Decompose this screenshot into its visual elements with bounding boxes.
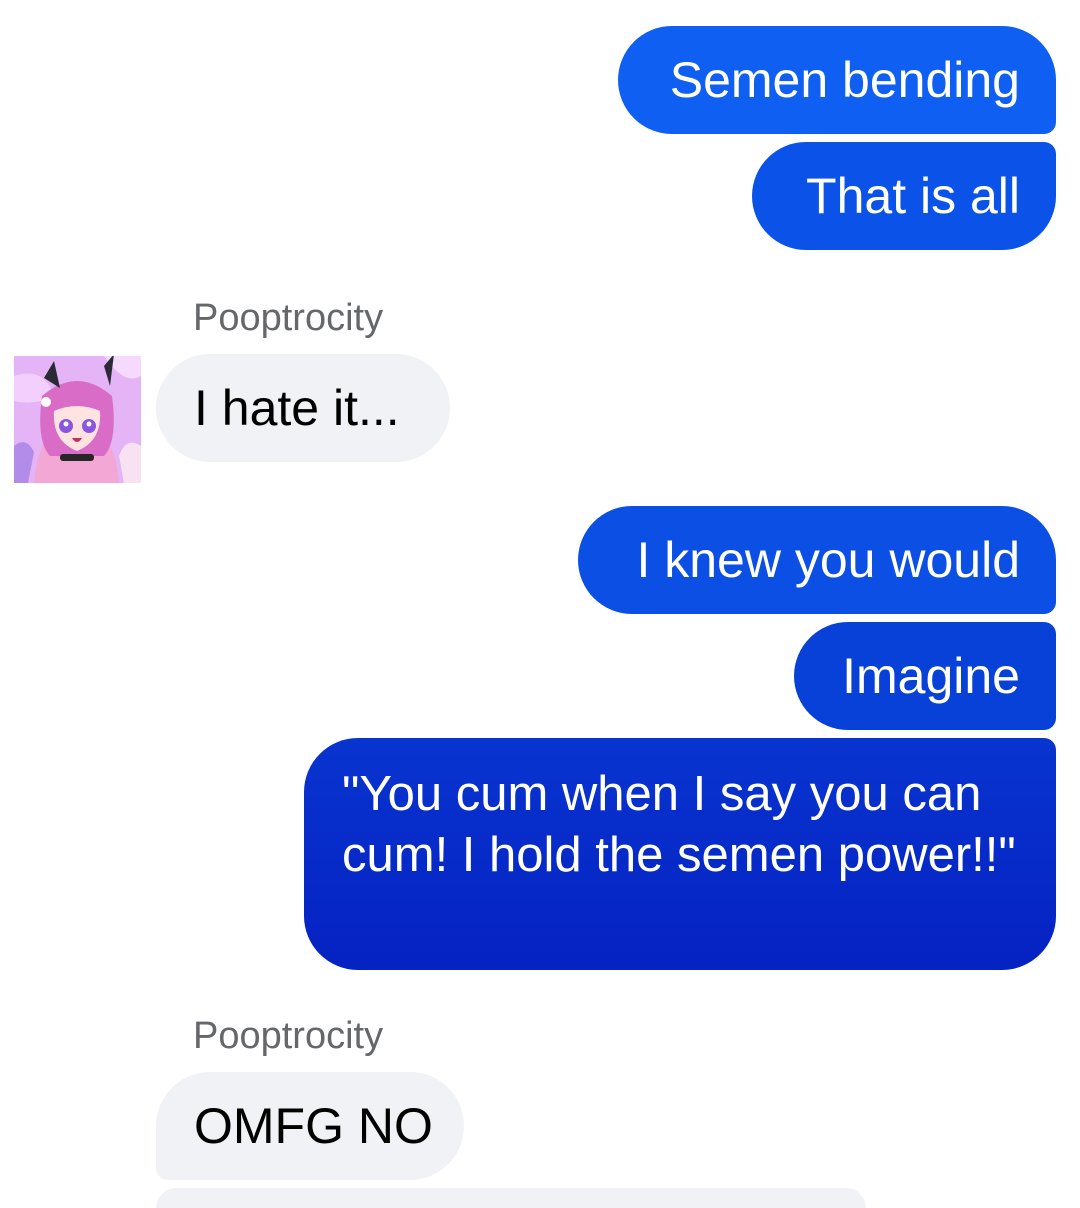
incoming-message-partial[interactable]	[156, 1188, 866, 1208]
message-text: Imagine	[842, 648, 1020, 704]
outgoing-message[interactable]: I knew you would	[578, 506, 1056, 614]
sender-name: Pooptrocity	[193, 297, 384, 339]
message-text: I hate it...	[194, 380, 400, 436]
outgoing-message[interactable]: "You cum when I say you can cum! I hold …	[304, 738, 1056, 970]
message-text: I knew you would	[636, 532, 1020, 588]
chat-thread: Semen bending That is all Pooptrocity I	[0, 0, 1080, 1208]
message-text: "You cum when I say you can cum! I hold …	[342, 767, 1016, 882]
outgoing-message[interactable]: Semen bending	[618, 26, 1056, 134]
message-text: OMFG NO	[194, 1098, 433, 1154]
avatar[interactable]	[14, 356, 141, 483]
incoming-message[interactable]: I hate it...	[156, 354, 450, 462]
outgoing-message[interactable]: That is all	[752, 142, 1056, 250]
message-text: Semen bending	[669, 52, 1020, 108]
outgoing-message[interactable]: Imagine	[794, 622, 1056, 730]
sender-name: Pooptrocity	[193, 1015, 384, 1057]
incoming-message[interactable]: OMFG NO	[156, 1072, 464, 1180]
message-text: That is all	[806, 168, 1020, 224]
avatar-anime-girl-icon	[14, 356, 141, 483]
